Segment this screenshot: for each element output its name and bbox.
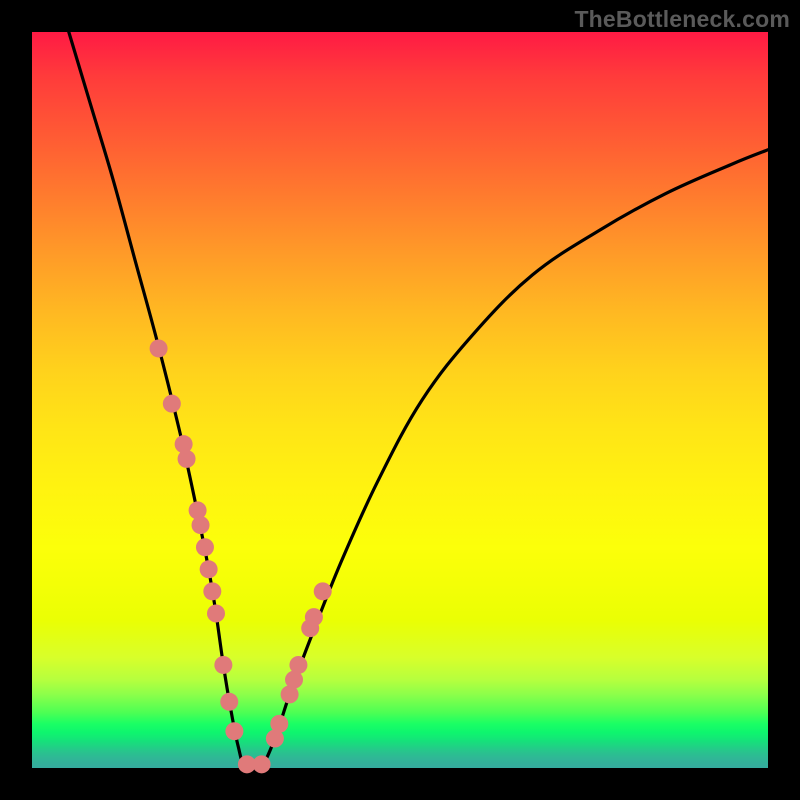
- highlight-dot: [163, 395, 181, 413]
- chart-frame: TheBottleneck.com: [0, 0, 800, 800]
- highlight-dot: [220, 693, 238, 711]
- highlight-dot: [203, 582, 221, 600]
- highlight-dot: [225, 722, 243, 740]
- highlight-dot: [253, 755, 271, 773]
- highlight-dot: [289, 656, 307, 674]
- highlight-dot: [314, 582, 332, 600]
- highlight-dot: [305, 608, 323, 626]
- highlight-dots: [150, 339, 332, 773]
- highlight-dot: [150, 339, 168, 357]
- highlight-dot: [200, 560, 218, 578]
- watermark-label: TheBottleneck.com: [574, 6, 790, 33]
- highlight-dot: [192, 516, 210, 534]
- highlight-dot: [214, 656, 232, 674]
- highlight-dot: [196, 538, 214, 556]
- highlight-dot: [207, 604, 225, 622]
- curve-layer: [32, 32, 768, 768]
- highlight-dot: [270, 715, 288, 733]
- highlight-dot: [178, 450, 196, 468]
